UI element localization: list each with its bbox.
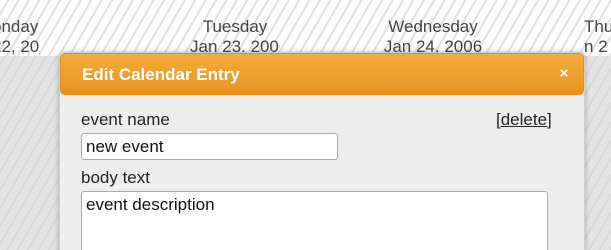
day-name: Tuesday — [202, 17, 268, 36]
body-text-label: body text — [81, 168, 150, 187]
day-date: n 2 — [584, 37, 608, 56]
body-text-textarea[interactable]: event description — [81, 191, 548, 250]
calendar-header: onday 22, 20 Tuesday Jan 23, 2006 Wednes… — [0, 0, 611, 56]
dialog-titlebar[interactable]: Edit Calendar Entry × — [60, 53, 584, 95]
day-name: Wednesday — [388, 17, 478, 36]
day-name: Thu — [584, 17, 611, 36]
close-icon[interactable]: × — [557, 66, 571, 82]
event-name-label: event name — [81, 110, 170, 129]
day-name: onday — [0, 17, 39, 36]
edit-calendar-entry-dialog: Edit Calendar Entry × event name [delete… — [59, 52, 585, 250]
delete-link[interactable]: [delete] — [496, 110, 552, 130]
event-name-input[interactable] — [81, 133, 338, 160]
dialog-title: Edit Calendar Entry — [82, 65, 240, 84]
day-date: 22, 20 — [0, 37, 40, 56]
calendar-header-hatch — [0, 0, 611, 56]
